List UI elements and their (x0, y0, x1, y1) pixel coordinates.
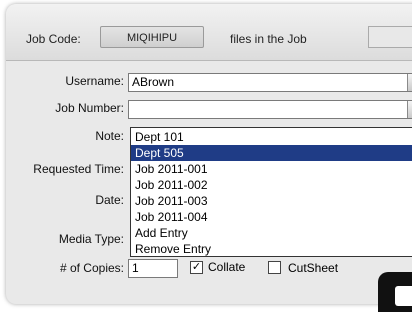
username-select[interactable]: ABrown ▼ (128, 73, 412, 92)
media-type-label: Media Type: (58, 232, 124, 246)
note-label: Note: (95, 129, 124, 143)
dropdown-option[interactable]: Remove Entry (131, 241, 412, 257)
files-in-job-label: files in the Job (230, 32, 307, 46)
copies-value: 1 (132, 261, 139, 275)
dropdown-option-selected[interactable]: Dept 505 (131, 145, 412, 161)
dropdown-option[interactable]: Dept 101 (131, 129, 412, 145)
dropdown-option[interactable]: Job 2011-001 (131, 161, 412, 177)
job-info-bar: Job Code: MIQIHIPU files in the Job (6, 4, 412, 61)
dropdown-option[interactable]: Job 2011-004 (131, 209, 412, 225)
dropdown-option[interactable]: Job 2011-003 (131, 193, 412, 209)
username-value: ABrown (132, 75, 175, 89)
chevron-down-icon[interactable]: ▼ (407, 74, 412, 91)
chevron-down-icon[interactable]: ▼ (407, 101, 412, 118)
copies-label: # of Copies: (59, 261, 124, 275)
date-label: Date: (95, 193, 124, 207)
files-count-box (368, 26, 412, 48)
username-label: Username: (65, 74, 124, 88)
copies-input[interactable]: 1 (128, 259, 178, 278)
dropdown-option[interactable]: Add Entry (131, 225, 412, 241)
job-code-label: Job Code: (26, 32, 81, 46)
cutsheet-checkbox[interactable] (268, 261, 281, 274)
collate-label: Collate (208, 260, 246, 274)
print-job-panel: Job Code: MIQIHIPU files in the Job User… (6, 4, 412, 304)
collate-checkbox[interactable]: ✓ (190, 261, 203, 274)
job-number-label: Job Number: (55, 101, 124, 115)
job-number-select[interactable]: ▼ (128, 100, 412, 119)
corner-logo-notch (395, 286, 412, 306)
requested-time-label: Requested Time: (33, 162, 124, 176)
job-code-value: MIQIHIPU (100, 26, 204, 48)
cutsheet-label: CutSheet (288, 261, 339, 275)
job-number-dropdown-list[interactable]: Dept 101 Dept 505 Job 2011-001 Job 2011-… (130, 127, 412, 257)
dropdown-option[interactable]: Job 2011-002 (131, 177, 412, 193)
checkmark-icon: ✓ (191, 261, 202, 273)
